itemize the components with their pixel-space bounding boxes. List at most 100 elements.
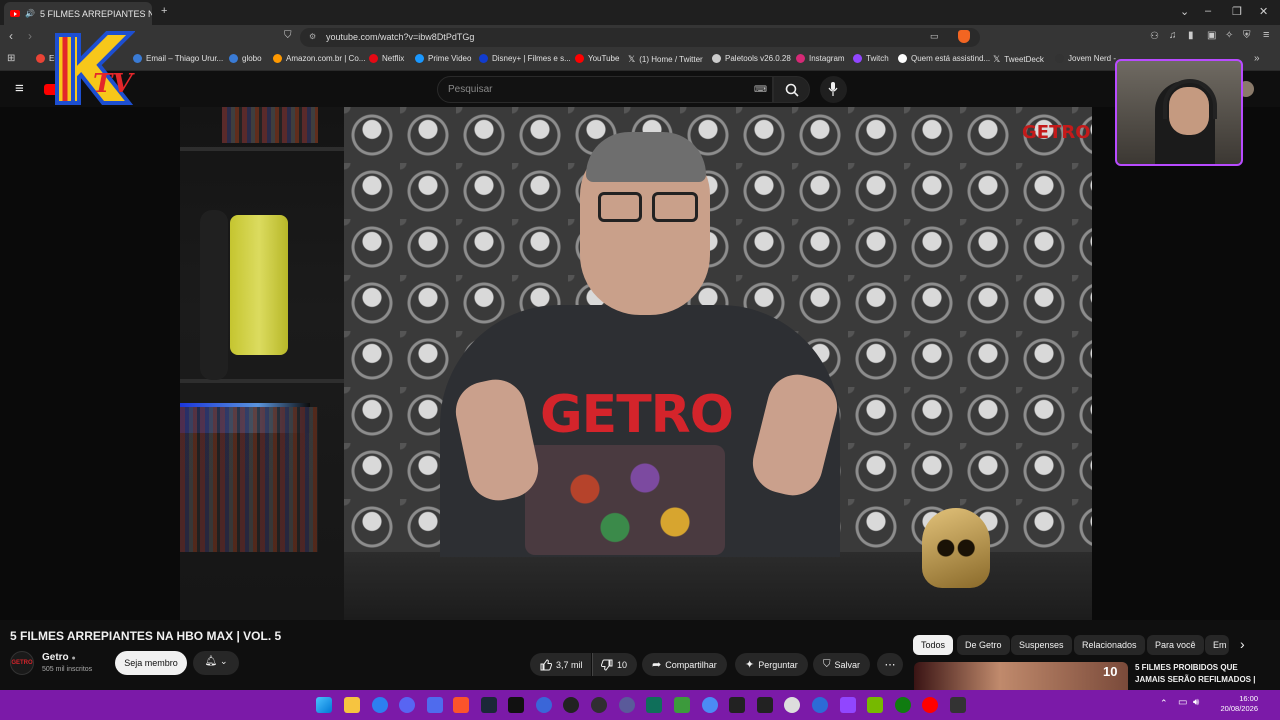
bookmark-netflix[interactable]: Netflix — [369, 54, 404, 63]
discord-icon[interactable] — [399, 697, 415, 713]
nvidia-icon[interactable] — [867, 697, 883, 713]
dislike-button[interactable]: 10 — [592, 653, 638, 676]
network-icon[interactable]: ▭ — [1178, 697, 1187, 708]
app-icon[interactable] — [729, 697, 745, 713]
bookmark-disney[interactable]: Disney+ | Filmes e s... — [479, 54, 571, 63]
bookmark-tweetdeck[interactable]: 𝕏 TweetDeck — [993, 54, 1044, 65]
app-icon[interactable] — [784, 697, 800, 713]
site-info-icon[interactable]: ⚙ — [309, 32, 316, 41]
xbox-icon[interactable] — [895, 697, 911, 713]
speaker-icon: 🔊 — [25, 9, 35, 18]
search-button[interactable] — [773, 76, 810, 103]
vpn-icon[interactable]: ⛨ — [1243, 30, 1251, 41]
bookmark-prime-video[interactable]: Prime Video — [415, 54, 471, 63]
video-glasses-right — [652, 192, 698, 222]
recommended-video-title[interactable]: 5 FILMES PROIBIDOS QUE JAMAIS SERÃO REFI… — [1135, 662, 1265, 686]
share-button[interactable]: ➦ Compartilhar — [642, 653, 727, 676]
close-window-icon[interactable]: ✕ — [1259, 5, 1268, 18]
ask-button[interactable]: ✦ Perguntar — [735, 653, 808, 676]
bookmark-icon: ⛉ — [823, 659, 831, 670]
app-icon[interactable] — [812, 697, 828, 713]
channel-avatar[interactable]: GETRO — [10, 651, 34, 675]
forward-icon[interactable]: › — [28, 29, 32, 43]
menu-icon[interactable]: ≡ — [1263, 29, 1269, 41]
system-clock[interactable]: 16:00 20/08/2026 — [1210, 694, 1258, 714]
app-icon[interactable] — [536, 697, 552, 713]
recommended-video-thumbnail[interactable] — [914, 662, 1128, 690]
chip-relacionados[interactable]: Relacionados — [1074, 635, 1145, 655]
bookmark-globo[interactable]: globo — [229, 54, 262, 63]
app-icon[interactable] — [427, 697, 443, 713]
video-title: 5 FILMES ARREPIANTES NA HBO MAX | VOL. 5 — [10, 629, 282, 643]
bookmark-instagram[interactable]: Instagram — [796, 54, 845, 63]
bookmark-paletools[interactable]: Paletools v26.0.28 — [712, 54, 791, 63]
twitch-app-icon[interactable] — [840, 697, 856, 713]
bookmark-jovem-nerd[interactable]: Jovem Nerd - — [1055, 54, 1116, 63]
app-icon[interactable] — [646, 697, 662, 713]
youtube-app-icon[interactable] — [922, 697, 938, 713]
app-icon[interactable] — [757, 697, 773, 713]
join-button[interactable]: Seja membro — [115, 651, 187, 675]
youtube-favicon-icon — [10, 10, 20, 17]
bookmark-quem-esta-assistindo[interactable]: Quem está assistind... — [898, 54, 990, 63]
chevron-down-icon[interactable]: ⌄ — [1180, 5, 1189, 18]
file-explorer-icon[interactable] — [344, 697, 360, 713]
back-icon[interactable]: ‹ — [9, 29, 13, 43]
bookmark-amazon[interactable]: Amazon.com.br | Co... — [273, 54, 365, 63]
bookmark-page-icon[interactable]: ⛉ — [284, 30, 292, 41]
clock-time: 16:00 — [1239, 694, 1258, 703]
game-launcher-icon[interactable] — [508, 697, 524, 713]
windows-start-icon[interactable] — [316, 697, 332, 713]
brave-icon[interactable] — [453, 697, 469, 713]
tray-chevron-up-icon[interactable]: ⌃ — [1160, 698, 1168, 709]
bookmark-email[interactable]: Email – Thiago Urur... — [133, 54, 223, 63]
bookmark-youtube[interactable]: YouTube — [575, 54, 619, 63]
leo-ai-icon[interactable]: ✧ — [1225, 30, 1233, 41]
ktv-logo-text: TV — [93, 69, 133, 99]
wallet-icon[interactable]: ▣ — [1207, 30, 1216, 41]
edge-icon[interactable] — [372, 697, 388, 713]
more-actions-button[interactable]: ⋯ — [877, 653, 903, 676]
chip-todos[interactable]: Todos — [913, 635, 954, 655]
maximize-icon[interactable]: ❐ — [1232, 5, 1242, 18]
app-icon[interactable] — [619, 697, 635, 713]
app-icon[interactable] — [950, 697, 966, 713]
jovem-nerd-icon — [1055, 54, 1064, 63]
brave-shield-icon[interactable] — [958, 30, 970, 43]
app-icon[interactable] — [563, 697, 579, 713]
extensions-icon[interactable]: ⚇ — [1150, 31, 1159, 42]
media-icon[interactable]: ♫ — [1169, 30, 1177, 41]
chip-em[interactable]: Em — [1205, 635, 1229, 655]
browser-tab-strip: 🔊 5 FILMES ARREPIANTES NA H ✕ + ⌄ – ❐ ✕ — [0, 0, 1280, 25]
save-button[interactable]: ⛉ Salvar — [813, 653, 871, 676]
apps-grid-icon[interactable]: ⊞ — [7, 53, 15, 64]
paletools-icon — [712, 54, 721, 63]
bookmarks-overflow-icon[interactable]: » — [1254, 53, 1260, 64]
taskbar — [0, 690, 1280, 720]
voice-search-button[interactable] — [820, 76, 847, 103]
hamburger-menu-icon[interactable]: ≡ — [15, 80, 24, 97]
like-button[interactable]: 3,7 mil — [530, 653, 591, 676]
new-tab-icon[interactable]: + — [161, 5, 167, 17]
thumbs-up-icon — [540, 658, 552, 670]
chip-para-voce[interactable]: Para você — [1147, 635, 1204, 655]
cast-icon[interactable]: ▭ — [930, 31, 939, 42]
volume-icon[interactable]: 🔊︎ — [1193, 697, 1199, 708]
steam-icon[interactable] — [481, 697, 497, 713]
sidebar-icon[interactable]: ▮ — [1188, 30, 1194, 41]
notifications-button[interactable]: 🔔︎ ⌄ — [193, 651, 239, 675]
channel-name[interactable]: Getro ● — [42, 652, 76, 663]
obs-icon[interactable] — [591, 697, 607, 713]
keyboard-icon[interactable]: ⌨ — [754, 84, 767, 95]
bookmark-twitch[interactable]: Twitch — [853, 54, 889, 63]
minimize-icon[interactable]: – — [1205, 5, 1211, 17]
chip-de-getro[interactable]: De Getro — [957, 635, 1010, 655]
chips-next-icon[interactable]: › — [1240, 636, 1245, 652]
app-icon[interactable] — [674, 697, 690, 713]
address-bar[interactable]: ⚙ youtube.com/watch?v=ibw8DtPdTGg ▭ — [300, 28, 980, 47]
app-icon[interactable] — [702, 697, 718, 713]
browser-tab[interactable]: 🔊 5 FILMES ARREPIANTES NA H ✕ — [4, 2, 152, 25]
bookmark-twitter[interactable]: 𝕏 (1) Home / Twitter — [628, 54, 703, 65]
search-input[interactable]: Pesquisar ⌨ — [437, 76, 773, 103]
chip-suspenses[interactable]: Suspenses — [1011, 635, 1072, 655]
